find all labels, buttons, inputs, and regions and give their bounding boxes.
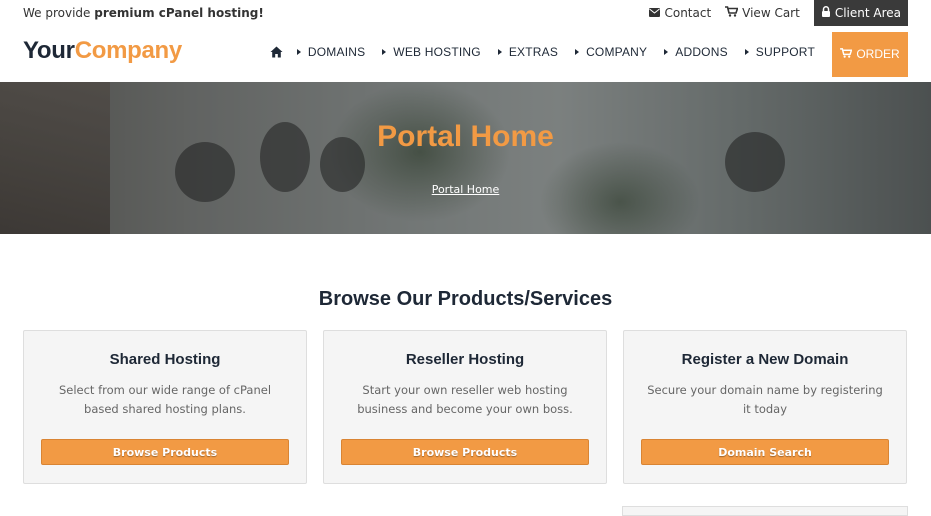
caret-right-icon [497, 49, 502, 55]
product-card-reseller-hosting: Reseller Hosting Start your own reseller… [323, 330, 607, 484]
nav-support[interactable]: SUPPORT [744, 45, 815, 59]
page-title: Portal Home [377, 120, 554, 153]
card-title: Shared Hosting [109, 351, 221, 368]
caret-right-icon [744, 49, 749, 55]
logo-part-2: Company [74, 37, 183, 64]
card-description: Secure your domain name by registering i… [647, 383, 883, 416]
nav-support-label: SUPPORT [755, 45, 815, 59]
contact-link[interactable]: Contact [649, 6, 711, 20]
nav-company-label: COMPANY [586, 45, 648, 59]
breadcrumb[interactable]: Portal Home [0, 183, 931, 196]
browse-products-button[interactable]: Browse Products [341, 439, 589, 465]
product-card-shared-hosting: Shared Hosting Select from our wide rang… [23, 330, 307, 484]
cart-icon [725, 6, 742, 20]
home-icon[interactable] [270, 46, 283, 58]
company-logo[interactable]: YourCompany [23, 37, 182, 65]
nav-web-hosting-label: WEB HOSTING [393, 45, 481, 59]
nav-extras[interactable]: EXTRAS [497, 45, 559, 59]
nav-domains-label: DOMAINS [307, 45, 366, 59]
top-links: Contact View Cart Client Area [635, 0, 908, 26]
main-nav: DOMAINS WEB HOSTING EXTRAS COMPANY ADDON… [270, 26, 908, 78]
tagline-highlight: premium cPanel hosting! [94, 6, 264, 20]
nav-web-hosting[interactable]: WEB HOSTING [382, 45, 481, 59]
card-description: Start your own reseller web hosting busi… [357, 383, 573, 416]
cart-icon [840, 47, 856, 61]
logo-part-1: Your [23, 37, 75, 64]
browse-products-button[interactable]: Browse Products [41, 439, 289, 465]
client-area-label: Client Area [834, 6, 901, 20]
client-area-button[interactable]: Client Area [813, 0, 908, 26]
section-title: Browse Our Products/Services [318, 288, 613, 310]
caret-right-icon [382, 49, 387, 55]
product-card-register-domain: Register a New Domain Secure your domain… [623, 330, 907, 484]
contact-label: Contact [664, 6, 712, 20]
caret-right-icon [664, 49, 669, 55]
nav-company[interactable]: COMPANY [575, 45, 647, 59]
card-title: Register a New Domain [681, 351, 849, 368]
view-cart-label: View Cart [742, 6, 800, 20]
nav-extras-label: EXTRAS [508, 45, 559, 59]
card-title: Reseller Hosting [405, 351, 525, 368]
next-card-partial [622, 506, 908, 516]
tagline: We provide premium cPanel hosting! [23, 6, 264, 20]
caret-right-icon [296, 49, 301, 55]
hero-banner: Portal Home Portal Home [0, 82, 931, 234]
top-bar: We provide premium cPanel hosting! Conta… [0, 0, 931, 27]
hero-overlay [0, 82, 931, 234]
envelope-icon [649, 6, 664, 20]
order-label: ORDER [856, 47, 900, 61]
header: YourCompany DOMAINS WEB HOSTING EXTRAS C… [0, 26, 931, 82]
order-button[interactable]: ORDER [832, 31, 908, 77]
nav-domains[interactable]: DOMAINS [296, 45, 366, 59]
nav-addons-label: ADDONS [675, 45, 728, 59]
view-cart-link[interactable]: View Cart [725, 6, 800, 20]
card-description: Select from our wide range of cPanel bas… [58, 383, 272, 416]
lock-icon [821, 6, 835, 20]
tagline-prefix: We provide [23, 6, 91, 20]
domain-search-button[interactable]: Domain Search [641, 439, 889, 465]
nav-addons[interactable]: ADDONS [664, 45, 728, 59]
caret-right-icon [575, 49, 580, 55]
